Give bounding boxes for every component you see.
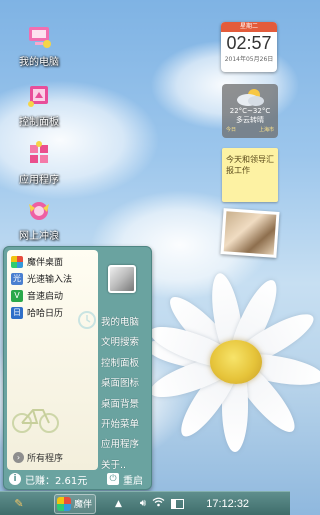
taskbar-app-moban[interactable]: 魔伴 [54, 493, 96, 514]
tray-expand-icon[interactable]: ▲ [115, 499, 122, 509]
menu-item-my-computer[interactable]: 我的电脑 [101, 313, 151, 333]
cloudy-weather-icon [237, 89, 264, 106]
mobanzhuomian-icon [11, 255, 23, 268]
menu-item-applications[interactable]: 应用程序 [101, 435, 151, 455]
note-text: 今天和领导汇报工作 [226, 155, 274, 175]
system-tray: 🔊︎ [140, 497, 185, 510]
calendar-app-icon: 日 [11, 306, 23, 319]
applications-icon [25, 140, 53, 168]
restart-button[interactable]: ⏻ 重启 [107, 472, 143, 487]
internet-icon [25, 196, 53, 224]
app-item-mobanzhuomian[interactable]: 魔伴桌面 [7, 253, 98, 270]
app-item-quick-launch[interactable]: V 音速启动 [7, 287, 98, 304]
wifi-icon[interactable] [152, 497, 165, 510]
taskbar: ✎ 魔伴 ▲ 🔊︎ 17:12:32 [0, 491, 290, 515]
weather-condition: 多云转晴 [236, 116, 264, 124]
start-menu-footer: i 已赚：2.61元 ⏻ 重启 [4, 469, 151, 489]
weather-temp: 22°C~32°C [229, 107, 271, 115]
weather-city: 上海市 [258, 127, 274, 133]
bicycle-decoration-icon [12, 409, 59, 433]
app-item-input-method[interactable]: 光 光速输入法 [7, 270, 98, 287]
menu-item-desktop-background[interactable]: 桌面背景 [101, 395, 151, 415]
calendar-weekday: 星期二 [221, 22, 277, 32]
start-menu-app-list: 魔伴桌面 光 光速输入法 V 音速启动 日 哈哈日历 › 所有程序 [7, 250, 98, 470]
calendar-clock-widget[interactable]: 星期二 02:57 2014年05月26日 [221, 22, 277, 72]
moban-app-icon [57, 496, 71, 511]
my-computer-icon [25, 22, 53, 50]
photo-frame-widget[interactable] [220, 208, 280, 258]
menu-item-start-menu[interactable]: 开始菜单 [101, 415, 151, 435]
start-menu: 魔伴桌面 光 光速输入法 V 音速启动 日 哈哈日历 › 所有程序 我的电脑 文… [3, 246, 152, 490]
clock-time: 02:57 [226, 33, 272, 53]
start-button-icon[interactable]: ✎ [12, 497, 26, 511]
menu-item-control-panel[interactable]: 控制面板 [101, 354, 151, 374]
battery-icon[interactable] [171, 498, 185, 509]
quick-launch-icon: V [11, 289, 23, 302]
all-programs-button[interactable]: › 所有程序 [13, 451, 63, 464]
weather-day: 今日 [226, 127, 237, 133]
photo-image [223, 211, 277, 255]
desktop-icon-my-computer[interactable]: 我的电脑 [4, 22, 74, 68]
earned-amount: 已赚：2.61元 [25, 475, 88, 487]
desktop-icon-control-panel[interactable]: 控制面板 [4, 82, 74, 128]
volume-icon[interactable]: 🔊︎ [140, 498, 146, 509]
start-menu-shortcuts: 我的电脑 文明搜索 控制面板 桌面图标 桌面背景 开始菜单 应用程序 关于.. [101, 313, 151, 476]
desktop-icon-applications[interactable]: 应用程序 [4, 140, 74, 186]
desktop-icon-internet[interactable]: 网上冲浪 [4, 196, 74, 242]
calendar-date: 2014年05月26日 [224, 56, 274, 63]
sticky-note-widget[interactable]: 今天和领导汇报工作 [222, 148, 278, 202]
avatar[interactable] [108, 265, 136, 293]
arrow-right-icon: › [13, 452, 24, 463]
clock-decoration-icon [78, 311, 96, 329]
power-icon: ⏻ [107, 473, 119, 485]
menu-item-desktop-icons[interactable]: 桌面图标 [101, 374, 151, 394]
weather-widget[interactable]: 22°C~32°C 多云转晴 今日 上海市 [222, 84, 278, 138]
taskbar-clock[interactable]: 17:12:32 [206, 498, 249, 510]
control-panel-icon [25, 82, 53, 110]
menu-item-search[interactable]: 文明搜索 [101, 333, 151, 353]
info-icon[interactable]: i [9, 473, 21, 485]
input-method-icon: 光 [11, 272, 23, 285]
